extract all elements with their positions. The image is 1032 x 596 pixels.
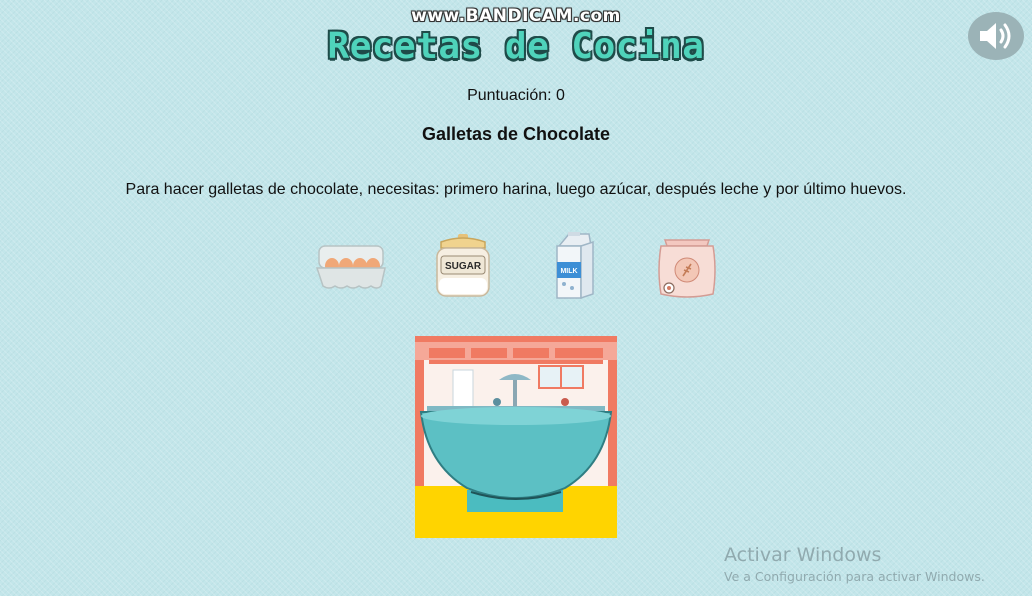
milk-carton-label: MILK xyxy=(560,268,577,275)
flour-bag-icon xyxy=(658,239,716,298)
milk-carton-icon: MILK xyxy=(556,232,594,300)
sugar-jar-icon: SUGAR xyxy=(436,234,490,297)
recipe-title: Galletas de Chocolate xyxy=(421,124,611,144)
score-label: Puntuación: 0 xyxy=(467,87,565,104)
windows-activation-watermark: Activar Windows Ve a Configuración para … xyxy=(724,544,985,584)
kitchen-illustration xyxy=(415,336,617,538)
speaker-volume-icon xyxy=(980,23,1011,49)
sugar-jar-label: SUGAR xyxy=(445,261,482,272)
bandicam-watermark: www.BANDICAM.com xyxy=(411,6,621,26)
ingredient-flour[interactable] xyxy=(647,226,727,306)
egg-carton-icon xyxy=(315,245,386,289)
windows-activation-subtitle: Ve a Configuración para activar Windows. xyxy=(724,569,985,584)
mixing-bowl-scene[interactable] xyxy=(415,336,617,538)
sound-toggle-button[interactable] xyxy=(968,12,1024,60)
ingredient-eggs[interactable] xyxy=(311,226,391,306)
game-title: Recetas de Cocina xyxy=(327,26,705,67)
windows-activation-title: Activar Windows xyxy=(724,544,882,566)
ingredient-sugar[interactable]: SUGAR xyxy=(423,226,503,306)
ingredient-milk[interactable]: MILK xyxy=(535,226,615,306)
recipe-instructions: Para hacer galletas de chocolate, necesi… xyxy=(125,181,907,198)
